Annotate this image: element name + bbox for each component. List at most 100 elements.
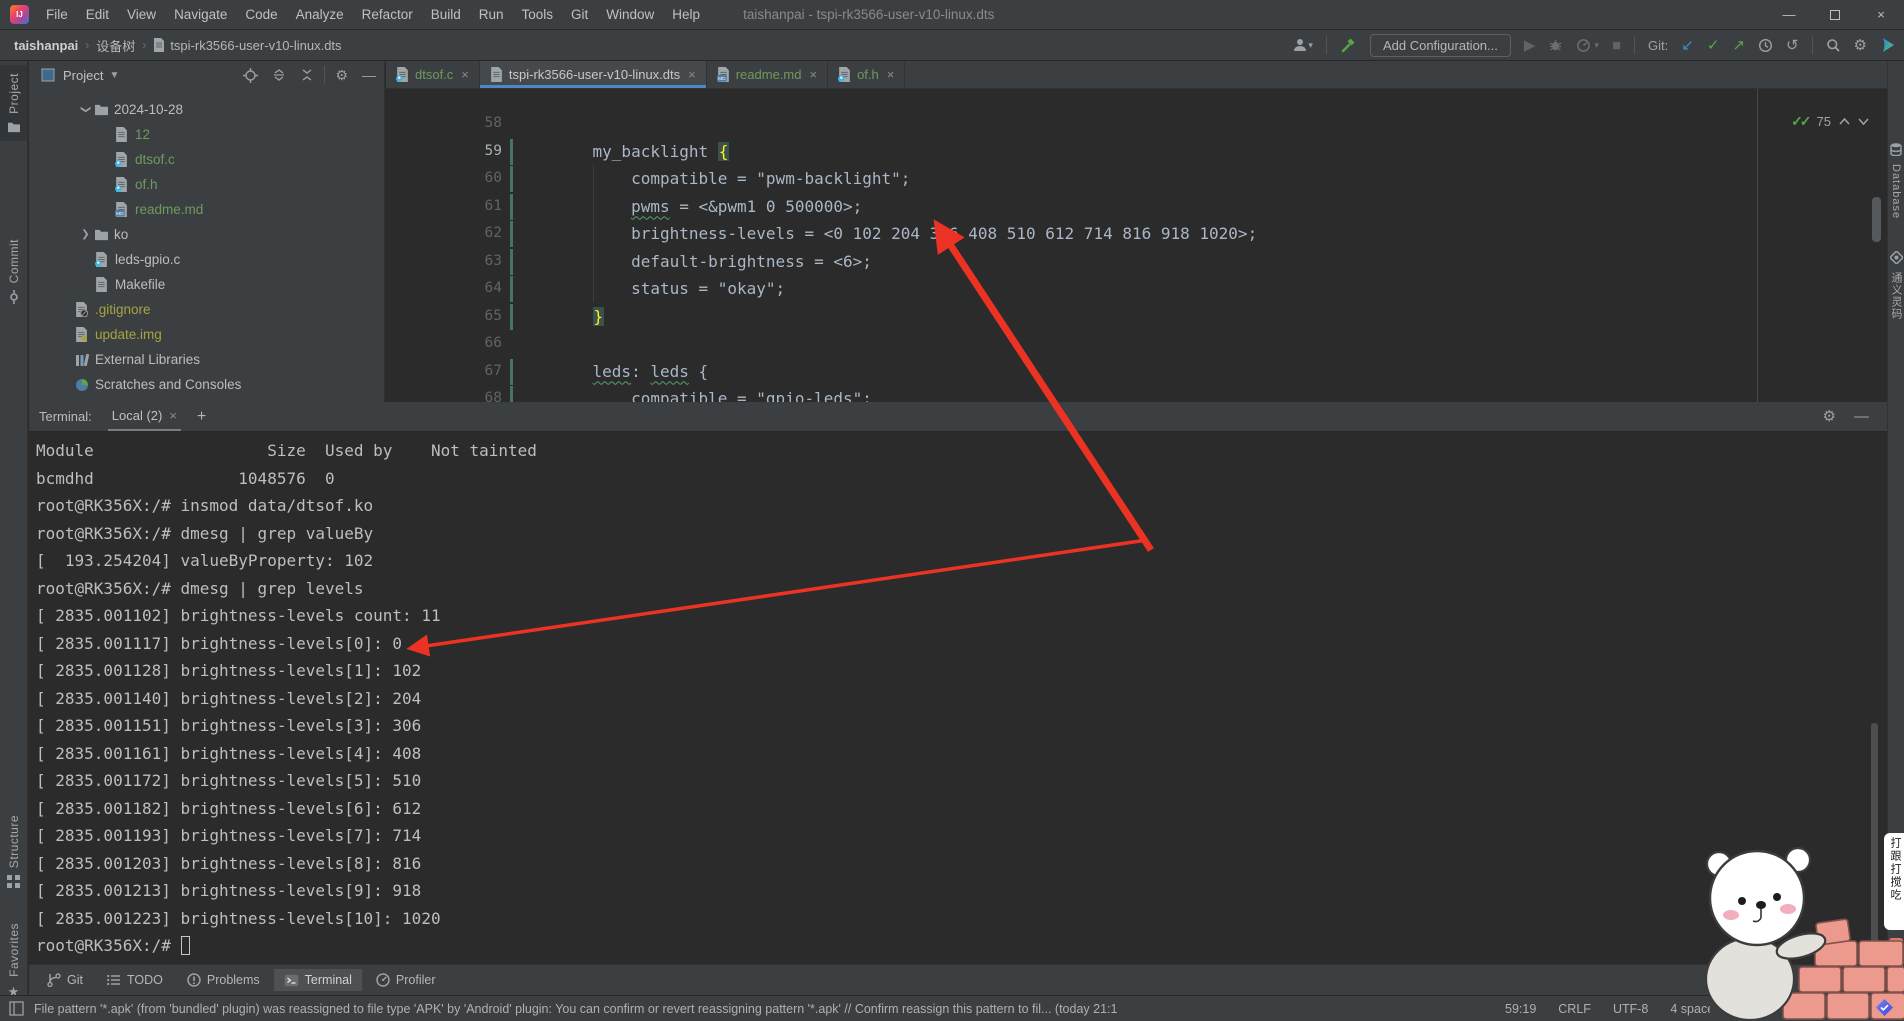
git-update-icon[interactable]: ↙ bbox=[1681, 38, 1694, 53]
expand-all-icon[interactable] bbox=[272, 68, 286, 82]
maximize-button[interactable] bbox=[1812, 0, 1858, 30]
bottom-tab-terminal[interactable]: Terminal bbox=[274, 969, 362, 991]
close-button[interactable]: × bbox=[1858, 0, 1904, 30]
chevron-right-icon[interactable]: ❯ bbox=[77, 229, 94, 240]
code-line[interactable]: 68 compatible = "gpio-leds"; bbox=[386, 385, 1887, 402]
status-message[interactable]: File pattern '*.apk' (from 'bundled' plu… bbox=[34, 1002, 1494, 1016]
chevron-down-icon[interactable]: ❯ bbox=[80, 101, 91, 118]
collapse-all-icon[interactable] bbox=[300, 68, 314, 82]
menu-code[interactable]: Code bbox=[236, 0, 286, 30]
menu-window[interactable]: Window bbox=[597, 0, 663, 30]
code-line[interactable]: 59 my_backlight { bbox=[386, 138, 1887, 166]
build-hammer-icon[interactable] bbox=[1340, 37, 1357, 54]
bottom-tab-problems[interactable]: Problems bbox=[177, 969, 270, 991]
encoding-widget[interactable]: UTF-8 bbox=[1613, 1002, 1648, 1016]
caret-position-widget[interactable]: 59:19 bbox=[1505, 1002, 1536, 1016]
tool-tab-lingma[interactable]: 通义灵码 bbox=[1888, 247, 1904, 324]
rollback-undo-icon[interactable]: ↺ bbox=[1786, 38, 1799, 53]
line-separator-widget[interactable]: CRLF bbox=[1558, 1002, 1591, 1016]
breadcrumb-project[interactable]: taishanpai bbox=[14, 38, 78, 53]
next-problem-chevron-icon[interactable] bbox=[1858, 118, 1869, 125]
tree-item[interactable]: update.img bbox=[29, 322, 384, 347]
close-tab-icon[interactable]: × bbox=[688, 67, 696, 82]
lingma-statusbar-icon[interactable] bbox=[1876, 999, 1893, 1016]
close-tab-icon[interactable]: × bbox=[809, 67, 817, 82]
run-button[interactable]: ▶ bbox=[1524, 38, 1536, 53]
menu-tools[interactable]: Tools bbox=[513, 0, 563, 30]
tree-item[interactable]: Makefile bbox=[29, 272, 384, 297]
editor-scrollbar[interactable] bbox=[1872, 197, 1881, 242]
editor-tab[interactable]: of.h× bbox=[828, 61, 905, 88]
code-line[interactable]: 64 status = "okay"; bbox=[386, 275, 1887, 303]
tree-item[interactable]: of.h bbox=[29, 172, 384, 197]
terminal-tab-local[interactable]: Local (2) × bbox=[108, 402, 181, 431]
tree-item[interactable]: leds-gpio.c bbox=[29, 247, 384, 272]
terminal-hide-icon[interactable]: — bbox=[1854, 409, 1869, 424]
code-line[interactable]: 67 leds: leds { bbox=[386, 358, 1887, 386]
inspections-widget[interactable]: ✓✓ 75 bbox=[1791, 113, 1869, 130]
bottom-tab-git[interactable]: Git bbox=[37, 969, 93, 991]
locate-file-icon[interactable] bbox=[243, 68, 258, 83]
menu-build[interactable]: Build bbox=[422, 0, 470, 30]
menu-git[interactable]: Git bbox=[562, 0, 597, 30]
menu-help[interactable]: Help bbox=[663, 0, 709, 30]
prev-problem-chevron-icon[interactable] bbox=[1839, 118, 1850, 125]
menu-refactor[interactable]: Refactor bbox=[353, 0, 422, 30]
stop-button[interactable]: ■ bbox=[1612, 38, 1621, 53]
add-configuration-button[interactable]: Add Configuration... bbox=[1370, 34, 1511, 57]
minimize-button[interactable]: — bbox=[1766, 0, 1812, 30]
debug-bug-icon[interactable] bbox=[1548, 38, 1563, 53]
tree-item[interactable]: MDreadme.md bbox=[29, 197, 384, 222]
git-commit-check-icon[interactable]: ✓ bbox=[1707, 38, 1720, 53]
menu-run[interactable]: Run bbox=[470, 0, 513, 30]
panel-settings-gear-icon[interactable]: ⚙ bbox=[335, 67, 348, 84]
tool-tab-project[interactable]: Project bbox=[0, 65, 27, 141]
code-line[interactable]: 60 compatible = "pwm-backlight"; bbox=[386, 165, 1887, 193]
search-everywhere-icon[interactable] bbox=[1826, 38, 1841, 53]
tree-item[interactable]: ❯ko bbox=[29, 222, 384, 247]
new-terminal-button[interactable]: + bbox=[197, 408, 206, 426]
menu-edit[interactable]: Edit bbox=[77, 0, 118, 30]
tree-item[interactable]: .gitignore bbox=[29, 297, 384, 322]
code-line[interactable]: 58 bbox=[386, 110, 1887, 138]
terminal-settings-gear-icon[interactable]: ⚙ bbox=[1823, 409, 1836, 424]
breadcrumb-file[interactable]: tspi-rk3566-user-v10-linux.dts bbox=[170, 38, 341, 53]
tree-item[interactable]: Scratches and Consoles bbox=[29, 372, 384, 394]
tree-item[interactable]: ❯2024-10-28 bbox=[29, 97, 384, 122]
code-line[interactable]: 61 pwms = <&pwm1 0 500000>; bbox=[386, 193, 1887, 221]
tree-item[interactable]: External Libraries bbox=[29, 347, 384, 372]
editor-tab[interactable]: MDreadme.md× bbox=[707, 61, 828, 88]
menu-analyze[interactable]: Analyze bbox=[287, 0, 353, 30]
user-account-icon[interactable]: ▾ bbox=[1292, 37, 1313, 53]
git-push-icon[interactable]: ↗ bbox=[1732, 38, 1745, 53]
editor-tab[interactable]: tspi-rk3566-user-v10-linux.dts× bbox=[480, 61, 707, 88]
editor-tab[interactable]: dtsof.c× bbox=[386, 61, 480, 88]
plugin-logo-icon[interactable] bbox=[1880, 37, 1896, 53]
tool-tab-favorites[interactable]: Favorites ★ bbox=[0, 917, 27, 1006]
bottom-tab-profiler[interactable]: Profiler bbox=[366, 969, 446, 991]
bottom-tab-todo[interactable]: TODO bbox=[97, 969, 173, 991]
terminal-output[interactable]: Module Size Used by Not taintedbcmdhd 10… bbox=[29, 432, 1887, 960]
menu-file[interactable]: File bbox=[37, 0, 77, 30]
profile-run-icon[interactable]: ▾ bbox=[1576, 38, 1599, 53]
tool-tab-database[interactable]: Database bbox=[1888, 139, 1904, 223]
code-line[interactable]: 65 } bbox=[386, 303, 1887, 331]
history-clock-icon[interactable] bbox=[1758, 38, 1773, 53]
indent-widget[interactable]: 4 spaces bbox=[1670, 1002, 1710, 1016]
code-line[interactable]: 66 bbox=[386, 330, 1887, 358]
settings-gear-icon[interactable]: ⚙ bbox=[1854, 38, 1867, 53]
breadcrumb-folder[interactable]: 设备树 bbox=[96, 36, 135, 55]
tree-item[interactable]: 12 bbox=[29, 122, 384, 147]
menu-navigate[interactable]: Navigate bbox=[165, 0, 236, 30]
terminal-scrollbar[interactable] bbox=[1871, 723, 1878, 967]
chevron-down-icon[interactable]: ▼ bbox=[109, 70, 119, 81]
tool-tab-commit[interactable]: Commit bbox=[0, 233, 27, 310]
project-panel-title[interactable]: Project bbox=[63, 68, 103, 83]
toggle-toolwindows-icon[interactable] bbox=[9, 1001, 24, 1016]
menu-view[interactable]: View bbox=[118, 0, 165, 30]
close-icon[interactable]: × bbox=[169, 408, 177, 423]
editor-body[interactable]: 5859 my_backlight {60 compatible = "pwm-… bbox=[386, 89, 1887, 402]
close-tab-icon[interactable]: × bbox=[461, 67, 469, 82]
code-line[interactable]: 63 default-brightness = <6>; bbox=[386, 248, 1887, 276]
tree-item[interactable]: dtsof.c bbox=[29, 147, 384, 172]
